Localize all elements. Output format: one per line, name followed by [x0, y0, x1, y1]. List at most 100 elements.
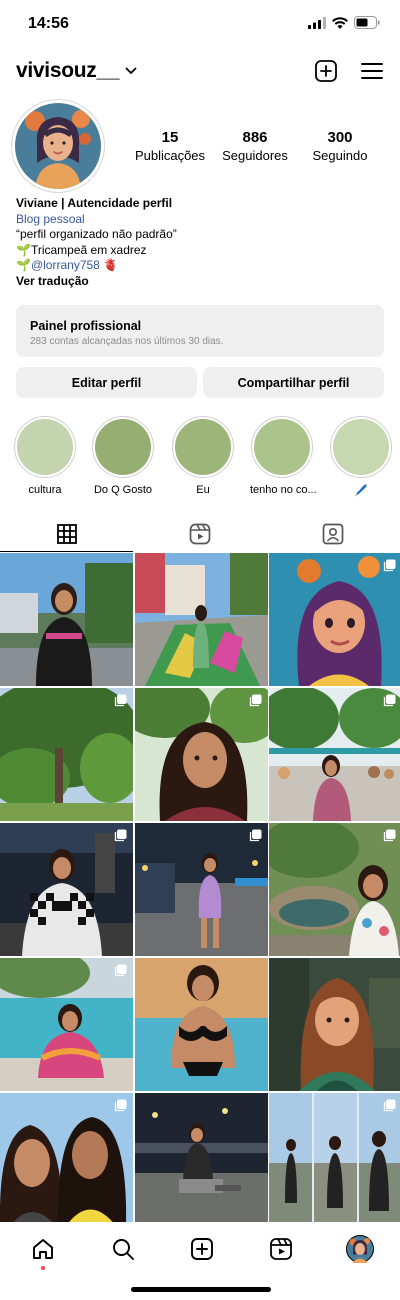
- menu-button[interactable]: [359, 58, 385, 84]
- post-thumbnail[interactable]: [134, 1093, 268, 1226]
- profile-header: vivisouz__: [0, 52, 400, 92]
- carousel-icon: [114, 964, 127, 977]
- post-thumbnail[interactable]: [134, 553, 268, 686]
- stat-label: Seguindo: [312, 148, 368, 163]
- post-photo: [269, 688, 400, 821]
- highlight-item[interactable]: cultura: [13, 416, 77, 496]
- carousel-icon: [114, 1099, 127, 1112]
- post-thumbnail[interactable]: [134, 823, 268, 956]
- home-icon: [33, 1239, 53, 1259]
- carousel-icon: [249, 829, 261, 842]
- highlight-item[interactable]: Do Q Gosto: [91, 416, 155, 496]
- post-photo: [269, 1093, 400, 1226]
- new-post-button[interactable]: [313, 58, 339, 84]
- post-photo: [134, 553, 268, 686]
- tab-tagged[interactable]: [266, 516, 399, 552]
- nav-create[interactable]: [187, 1234, 217, 1264]
- post-photo: [269, 823, 400, 956]
- post-thumbnail[interactable]: [269, 823, 400, 956]
- carousel-icon: [383, 694, 396, 707]
- post-thumbnail[interactable]: [134, 958, 268, 1091]
- post-thumbnail[interactable]: [0, 823, 133, 956]
- post-photo: [0, 553, 133, 686]
- post-photo: [134, 823, 268, 956]
- profile-bio: Viviane | Autencidade perfil Blog pessoa…: [16, 196, 386, 289]
- tab-posts-grid[interactable]: [0, 516, 133, 552]
- tab-reels[interactable]: [133, 516, 266, 552]
- highlight-ring: [251, 416, 313, 478]
- stat-followers[interactable]: 886 Seguidores: [215, 129, 295, 163]
- profile-name: Viviane | Autencidade perfil: [16, 196, 173, 210]
- highlight-item[interactable]: tenho no co...: [250, 416, 317, 496]
- highlight-ring: [330, 416, 392, 478]
- signal-icon: [308, 16, 326, 29]
- post-thumbnail[interactable]: [0, 1093, 133, 1226]
- carousel-icon: [383, 829, 396, 842]
- tagged-icon: [322, 523, 343, 545]
- post-photo: [134, 688, 268, 821]
- post-thumbnail[interactable]: [0, 688, 133, 821]
- highlight-item[interactable]: Eu: [171, 416, 235, 496]
- professional-dashboard[interactable]: Painel profissional 283 contas alcançada…: [16, 305, 384, 357]
- reels-icon: [189, 523, 210, 545]
- highlight-cover: [254, 419, 310, 475]
- mention-link[interactable]: @lorrany758: [31, 258, 100, 272]
- post-thumbnail[interactable]: [269, 553, 400, 686]
- create-icon: [191, 1238, 213, 1260]
- post-photo: [134, 958, 268, 1091]
- menu-icon: [361, 63, 383, 79]
- new-post-icon: [315, 60, 337, 82]
- share-profile-button[interactable]: Compartilhar perfil: [203, 367, 384, 398]
- highlight-label: Eu: [196, 484, 210, 496]
- stat-label: Publicações: [134, 148, 206, 163]
- post-thumbnail[interactable]: [0, 553, 133, 686]
- post-photo: [269, 958, 400, 1091]
- highlight-label: 🖊️: [354, 485, 368, 497]
- edit-profile-button[interactable]: Editar perfil: [16, 367, 197, 398]
- chevron-down-icon: [125, 67, 137, 74]
- stat-label: Seguidores: [222, 148, 288, 163]
- notification-dot: [41, 1266, 45, 1270]
- bio-emoji: 🫀: [99, 258, 119, 272]
- post-photo: [269, 553, 400, 686]
- status-time: 14:56: [28, 15, 69, 32]
- post-thumbnail[interactable]: [0, 958, 133, 1091]
- stat-following[interactable]: 300 Seguindo: [300, 129, 380, 163]
- post-thumbnail[interactable]: [269, 958, 400, 1091]
- see-translation-link[interactable]: Ver tradução: [16, 274, 386, 290]
- post-photo: [0, 823, 133, 956]
- bio-emoji: 🌱: [16, 258, 31, 272]
- highlight-cover: [95, 419, 151, 475]
- stat-posts[interactable]: 15 Publicações: [130, 129, 210, 163]
- post-photo: [0, 1093, 133, 1226]
- bio-line: “perfil organizado não padrão”: [16, 227, 177, 241]
- content-tabs: [0, 516, 400, 552]
- post-thumbnail[interactable]: [134, 688, 268, 821]
- stat-value: 15: [161, 129, 179, 146]
- nav-reels[interactable]: [266, 1234, 296, 1264]
- profile-avatar[interactable]: [11, 99, 105, 193]
- panel-subtitle: 283 contas alcançadas nos últimos 30 dia…: [30, 336, 224, 347]
- post-photo: [134, 1093, 268, 1226]
- post-thumbnail[interactable]: [269, 688, 400, 821]
- posts-grid: [0, 553, 400, 1226]
- nav-search[interactable]: [108, 1234, 138, 1264]
- highlight-cover: [17, 419, 73, 475]
- account-switcher[interactable]: vivisouz__: [16, 59, 137, 83]
- highlight-item[interactable]: 🖊️: [329, 416, 393, 497]
- nav-profile[interactable]: [345, 1234, 375, 1264]
- panel-title: Painel profissional: [30, 319, 142, 333]
- highlight-ring: [14, 416, 76, 478]
- highlight-label: cultura: [28, 484, 62, 496]
- home-indicator: [131, 1287, 271, 1292]
- status-bar: 14:56: [0, 0, 400, 46]
- post-photo: [0, 688, 133, 821]
- highlight-cover: [175, 419, 231, 475]
- bio-line-mention: 🌱@lorrany758 🫀: [16, 258, 386, 274]
- profile-category[interactable]: Blog pessoal: [16, 212, 386, 228]
- wifi-icon: [332, 16, 348, 29]
- post-thumbnail[interactable]: [269, 1093, 400, 1226]
- highlight-label: tenho no co...: [250, 484, 317, 496]
- nav-home[interactable]: [28, 1234, 58, 1264]
- highlight-label: Do Q Gosto: [93, 484, 153, 496]
